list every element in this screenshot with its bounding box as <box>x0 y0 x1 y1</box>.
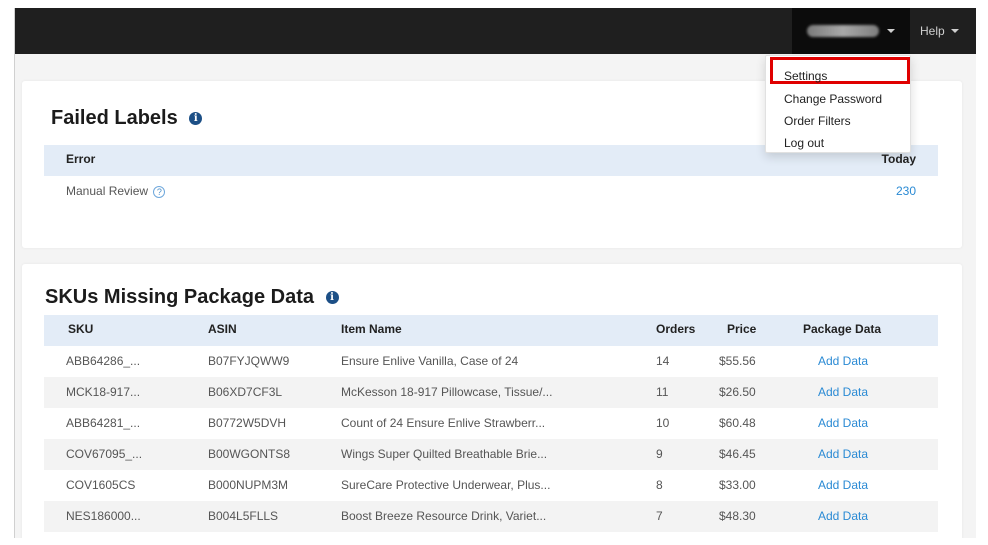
table-row: Manual Review ? 230 <box>44 176 938 207</box>
item-name-cell: McKesson 18-917 Pillowcase, Tissue/... <box>341 385 553 399</box>
table-row: COV1605CS B000NUPM3M SureCare Protective… <box>44 470 938 501</box>
table-row: MCK18-917... B06XD7CF3L McKesson 18-917 … <box>44 377 938 408</box>
column-header-item-name: Item Name <box>341 322 402 336</box>
price-cell: $55.56 <box>719 354 756 368</box>
table-row: ABB64286_... B07FYJQWW9 Ensure Enlive Va… <box>44 346 938 377</box>
app-frame: Help Settings Change Password Order Filt… <box>14 8 976 538</box>
failed-labels-title: Failed Labels i <box>51 107 203 130</box>
asin-cell: B00WGONTS8 <box>208 447 291 461</box>
sku-cell: NES186000... <box>66 509 141 523</box>
user-dropdown-menu: Settings Change Password Order Filters L… <box>765 55 911 153</box>
menu-item-settings[interactable]: Settings <box>784 69 827 83</box>
orders-cell: 7 <box>656 509 663 523</box>
error-text: Manual Review <box>66 184 149 198</box>
sku-cell: COV1605CS <box>66 478 136 492</box>
top-navbar: Help <box>15 8 976 54</box>
orders-cell: 11 <box>656 385 669 399</box>
column-header-orders: Orders <box>656 322 696 336</box>
failed-labels-title-text: Failed Labels <box>51 107 178 129</box>
sku-cell: COV67095_... <box>66 447 143 461</box>
asin-cell: B004L5FLLS <box>208 509 279 523</box>
add-data-link[interactable]: Add Data <box>818 447 868 461</box>
menu-item-order-filters[interactable]: Order Filters <box>784 114 851 128</box>
column-header-price: Price <box>727 322 757 336</box>
price-cell: $46.45 <box>719 447 756 461</box>
info-circle-icon[interactable]: i <box>325 291 339 305</box>
orders-cell: 10 <box>656 416 670 430</box>
price-cell: $48.30 <box>719 509 756 523</box>
price-cell: $33.00 <box>719 478 756 492</box>
add-data-link[interactable]: Add Data <box>818 509 868 523</box>
item-name-cell: Boost Breeze Resource Drink, Variet... <box>341 509 547 523</box>
chevron-down-icon <box>950 29 959 33</box>
column-header-package-data: Package Data <box>803 322 882 336</box>
add-data-link[interactable]: Add Data <box>818 416 868 430</box>
column-header-asin: ASIN <box>208 322 237 336</box>
skus-missing-title-text: SKUs Missing Package Data <box>45 286 314 308</box>
price-cell: $26.50 <box>719 385 756 399</box>
user-name-blurred <box>807 25 879 37</box>
item-name-cell: SureCare Protective Underwear, Plus... <box>341 478 551 492</box>
orders-cell: 9 <box>656 447 663 461</box>
asin-cell: B0772W5DVH <box>208 416 287 430</box>
asin-cell: B000NUPM3M <box>208 478 289 492</box>
skus-missing-title: SKUs Missing Package Data i <box>45 286 339 309</box>
add-data-link[interactable]: Add Data <box>818 354 868 368</box>
asin-cell: B07FYJQWW9 <box>208 354 290 368</box>
item-name-cell: Ensure Enlive Vanilla, Case of 24 <box>341 354 519 368</box>
user-menu-toggle[interactable] <box>792 8 910 54</box>
today-count-link[interactable]: 230 <box>896 184 916 198</box>
sku-cell: MCK18-917... <box>66 385 141 399</box>
table-row: ABB64281_... B0772W5DVH Count of 24 Ensu… <box>44 408 938 439</box>
price-cell: $60.48 <box>719 416 756 430</box>
help-menu-toggle[interactable]: Help <box>920 8 959 54</box>
column-header-error: Error <box>66 152 96 166</box>
column-header-today: Today <box>881 152 916 166</box>
skus-table-header: SKU ASIN Item Name Orders Price Package … <box>44 315 938 346</box>
add-data-link[interactable]: Add Data <box>818 385 868 399</box>
help-circle-icon[interactable]: ? <box>153 185 166 198</box>
sku-cell: ABB64281_... <box>66 416 141 430</box>
orders-cell: 8 <box>656 478 663 492</box>
help-label: Help <box>920 24 945 38</box>
add-data-link[interactable]: Add Data <box>818 478 868 492</box>
item-name-cell: Wings Super Quilted Breathable Brie... <box>341 447 548 461</box>
table-row: NES186000... B004L5FLLS Boost Breeze Res… <box>44 501 938 532</box>
item-name-cell: Count of 24 Ensure Enlive Strawberr... <box>341 416 546 430</box>
menu-item-change-password[interactable]: Change Password <box>784 92 882 106</box>
sku-cell: ABB64286_... <box>66 354 141 368</box>
error-cell: Manual Review ? <box>66 184 166 198</box>
asin-cell: B06XD7CF3L <box>208 385 283 399</box>
skus-missing-card: SKUs Missing Package Data i SKU ASIN Ite… <box>22 264 962 538</box>
chevron-down-icon <box>887 29 895 33</box>
orders-cell: 14 <box>656 354 670 368</box>
info-circle-icon[interactable]: i <box>189 112 203 126</box>
table-row: COV67095_... B00WGONTS8 Wings Super Quil… <box>44 439 938 470</box>
menu-item-log-out[interactable]: Log out <box>784 136 824 150</box>
column-header-sku: SKU <box>68 322 94 336</box>
